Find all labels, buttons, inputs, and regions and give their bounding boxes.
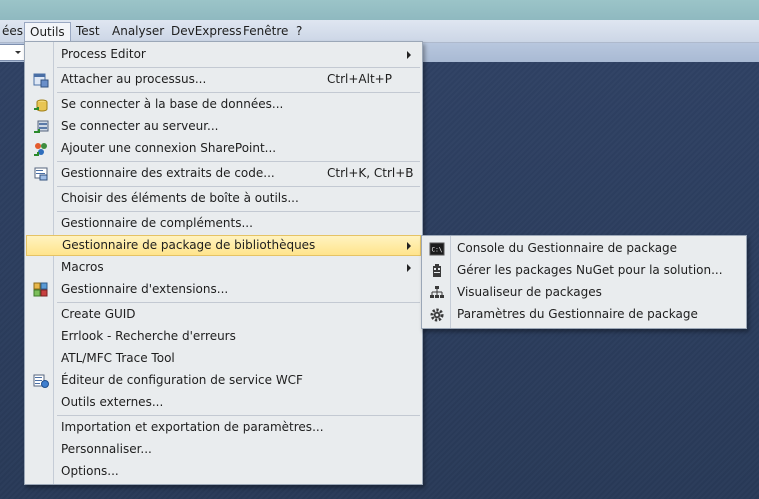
connect-server-icon (34, 120, 49, 133)
gear-icon (430, 308, 444, 322)
menu-item-shortcut: Ctrl+Alt+P (327, 72, 392, 86)
menu-item-connect-database[interactable]: Se connecter à la base de données... (27, 94, 420, 115)
menu-item-label: Importation et exportation de paramètres… (61, 420, 324, 434)
menu-item-label: Choisir des éléments de boîte à outils..… (61, 191, 299, 205)
menu-item-library-package-manager[interactable]: Gestionnaire de package de bibliothèques (26, 235, 421, 256)
wcf-config-icon (33, 374, 49, 388)
menu-item-shortcut: Ctrl+K, Ctrl+B (327, 166, 414, 180)
menu-item-toolbox-items[interactable]: Choisir des éléments de boîte à outils..… (27, 188, 420, 209)
menu-donnees[interactable]: ées (0, 23, 26, 39)
menu-help[interactable]: ? (293, 23, 305, 39)
extension-manager-icon (33, 282, 48, 297)
menu-item-label: Éditeur de configuration de service WCF (61, 373, 303, 387)
menu-item-label: Gestionnaire de package de bibliothèques (62, 238, 316, 252)
menu-item-manage-nuget-packages[interactable]: Gérer les packages NuGet pour la solutio… (424, 260, 744, 281)
menu-item-label: Se connecter à la base de données... (61, 97, 284, 111)
menu-item-label: ATL/MFC Trace Tool (61, 351, 175, 365)
submenu-arrow-icon (407, 264, 411, 272)
menu-test[interactable]: Test (73, 23, 103, 39)
outils-menu: Process Editor Attacher au processus... … (24, 41, 423, 485)
sharepoint-icon (34, 143, 47, 156)
menu-item-macros[interactable]: Macros (27, 257, 420, 278)
menu-outils[interactable]: Outils (24, 22, 71, 42)
console-icon: C:\ (429, 242, 445, 256)
menu-item-extension-manager[interactable]: Gestionnaire d'extensions... (27, 279, 420, 300)
menu-separator (57, 161, 420, 162)
code-snippets-icon (34, 167, 48, 181)
menu-item-label: Errlook - Recherche d'erreurs (61, 329, 236, 343)
menu-item-sharepoint[interactable]: Ajouter une connexion SharePoint... (27, 138, 420, 159)
menu-item-label: Attacher au processus... (61, 72, 207, 86)
menu-item-import-export-settings[interactable]: Importation et exportation de paramètres… (27, 417, 420, 438)
menu-item-label: Outils externes... (61, 395, 164, 409)
menu-item-code-snippets[interactable]: Gestionnaire des extraits de code... Ctr… (27, 163, 420, 184)
menu-item-addin-manager[interactable]: Gestionnaire de compléments... (27, 213, 420, 234)
menu-item-package-visualizer[interactable]: Visualiseur de packages (424, 282, 744, 303)
menu-separator (57, 211, 420, 212)
menu-item-label: Gestionnaire des extraits de code... (61, 166, 275, 180)
menu-item-process-editor[interactable]: Process Editor (27, 44, 420, 65)
svg-text:C:\: C:\ (432, 247, 443, 254)
menu-devexpress[interactable]: DevExpress (168, 23, 245, 39)
menu-item-label: Paramètres du Gestionnaire de package (457, 307, 698, 321)
menu-separator (57, 302, 420, 303)
menu-item-connect-server[interactable]: Se connecter au serveur... (27, 116, 420, 137)
package-visualizer-icon (430, 286, 444, 298)
submenu-arrow-icon (407, 51, 411, 59)
menu-item-errlook[interactable]: Errlook - Recherche d'erreurs (27, 326, 420, 347)
submenu-arrow-icon (407, 242, 411, 250)
menu-separator (57, 415, 420, 416)
menu-item-create-guid[interactable]: Create GUID (27, 304, 420, 325)
connect-database-icon (34, 99, 48, 112)
menu-item-package-console[interactable]: C:\ Console du Gestionnaire de package (424, 238, 744, 259)
menu-item-label: Console du Gestionnaire de package (457, 241, 678, 255)
menu-item-label: Process Editor (61, 47, 146, 61)
menu-item-customize[interactable]: Personnaliser... (27, 439, 420, 460)
menu-item-wcf-config-editor[interactable]: Éditeur de configuration de service WCF (27, 370, 420, 391)
menu-separator (57, 186, 420, 187)
menu-item-atl-trace-tool[interactable]: ATL/MFC Trace Tool (27, 348, 420, 369)
title-bar (0, 0, 759, 20)
menu-item-external-tools[interactable]: Outils externes... (27, 392, 420, 413)
menu-item-label: Options... (61, 464, 119, 478)
menu-item-label: Gestionnaire d'extensions... (61, 282, 229, 296)
menu-bar: ées Outils Test Analyser DevExpress Fenê… (0, 20, 759, 43)
toolbar-combo[interactable] (0, 44, 25, 61)
menu-separator (57, 67, 420, 68)
menu-fenetre[interactable]: Fenêtre (240, 23, 291, 39)
menu-separator (57, 92, 420, 93)
menu-item-label: Macros (61, 260, 104, 274)
menu-analyser[interactable]: Analyser (109, 23, 167, 39)
attach-process-icon (33, 73, 49, 88)
menu-item-attach-process[interactable]: Attacher au processus... Ctrl+Alt+P (27, 69, 420, 90)
menu-item-label: Gérer les packages NuGet pour la solutio… (457, 263, 723, 277)
menu-item-label: Create GUID (61, 307, 136, 321)
menu-item-label: Personnaliser... (61, 442, 152, 456)
menu-item-label: Visualiseur de packages (457, 285, 602, 299)
menu-item-package-settings[interactable]: Paramètres du Gestionnaire de package (424, 304, 744, 325)
menu-item-label: Ajouter une connexion SharePoint... (61, 141, 277, 155)
menu-item-options[interactable]: Options... (27, 461, 420, 482)
chevron-down-icon (15, 51, 21, 54)
menu-item-label: Gestionnaire de compléments... (61, 216, 253, 230)
menu-item-label: Se connecter au serveur... (61, 119, 219, 133)
nuget-package-icon (433, 264, 441, 277)
package-manager-submenu: C:\ Console du Gestionnaire de package G… (421, 235, 747, 329)
